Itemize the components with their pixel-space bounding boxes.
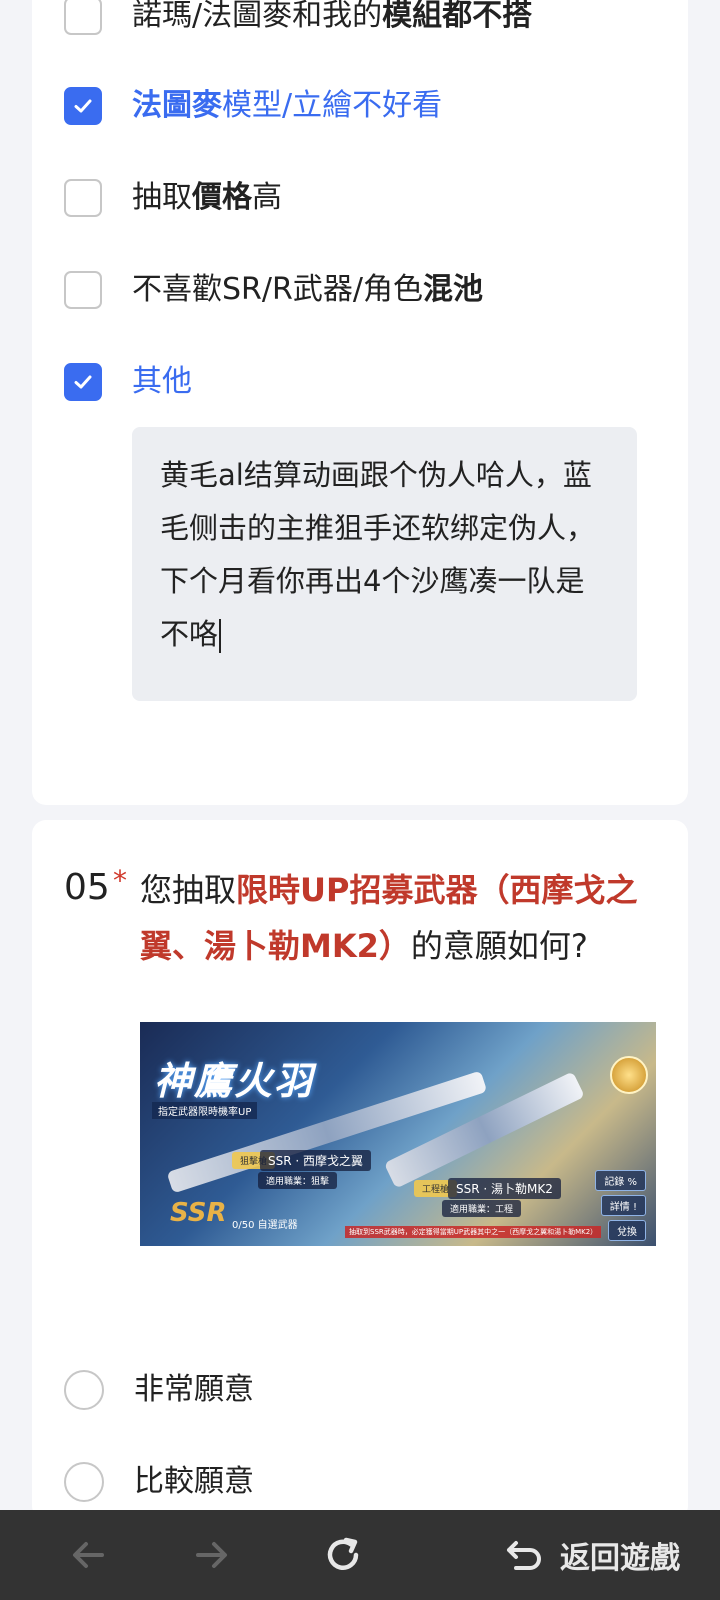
option-label-part: 法圖麥 bbox=[132, 88, 222, 123]
question-text: 您抽取限時UP招募武器（西摩戈之翼、湯卜勒MK2）的意願如何? bbox=[140, 862, 640, 974]
details-button: 詳情 ! bbox=[600, 1195, 646, 1216]
return-to-game-button[interactable]: 返回遊戲 bbox=[504, 1532, 680, 1578]
checkbox-checked[interactable] bbox=[64, 363, 102, 401]
banner-footnote: 抽取到SSR武器時，必定獲得當期UP武器其中之一（西摩戈之翼和湯卜勒MK2） bbox=[345, 1226, 602, 1238]
ssr-logo: SSR bbox=[170, 1198, 227, 1228]
return-to-game-label: 返回遊戲 bbox=[560, 1541, 680, 1576]
bottom-navigation-bar: 返回遊戲 bbox=[0, 1510, 720, 1600]
option-label-part: 高 bbox=[252, 180, 282, 215]
other-text-value: 黄毛al结算动画跟个伪人哈人，蓝毛侧击的主推狙手还软绑定伪人，下个月看你再出4个… bbox=[160, 458, 596, 651]
question-prefix: 您抽取 bbox=[140, 871, 237, 909]
option-label-part: 混池 bbox=[422, 272, 483, 307]
option-label-part: 模組都不搭 bbox=[382, 0, 533, 33]
back-arrow-icon[interactable] bbox=[66, 1532, 112, 1578]
option-label-part: 價格 bbox=[192, 180, 252, 215]
text-cursor bbox=[219, 619, 222, 653]
q5-option-label: 非常願意 bbox=[134, 1372, 254, 1407]
q4-option-label: 諾瑪/法圖麥和我的模組都不搭 bbox=[132, 0, 532, 36]
option-label-part: 諾瑪/法圖麥和我的 bbox=[132, 0, 383, 33]
record-button: 記錄 % bbox=[595, 1170, 646, 1191]
radio-button[interactable] bbox=[64, 1462, 104, 1502]
banner-subtitle: 指定武器限時機率UP bbox=[152, 1102, 258, 1119]
checkbox-checked[interactable] bbox=[64, 87, 102, 125]
question-number: 05 bbox=[64, 867, 110, 908]
return-arrow-icon bbox=[507, 1541, 541, 1570]
q4-option-label: 法圖麥模型/立繪不好看 bbox=[132, 86, 442, 126]
weapon-2-class: 適用職業：工程 bbox=[442, 1200, 522, 1217]
other-text-input[interactable]: 黄毛al结算动画跟个伪人哈人，蓝毛侧击的主推狙手还软绑定伪人，下个月看你再出4个… bbox=[132, 427, 637, 701]
option-label-part: 模型/立繪不好看 bbox=[222, 88, 443, 123]
required-mark: * bbox=[113, 864, 127, 897]
q4-option[interactable]: 其他 bbox=[64, 360, 192, 404]
weapon-1-class: 適用職業：狙擊 bbox=[258, 1172, 338, 1189]
q5-option[interactable]: 比較願意 bbox=[64, 1460, 254, 1504]
checkmark-icon bbox=[74, 375, 92, 389]
q4-option[interactable]: 諾瑪/法圖麥和我的模組都不搭 bbox=[64, 0, 532, 38]
forward-arrow-icon[interactable] bbox=[188, 1532, 234, 1578]
exchange-button: 兌換 bbox=[608, 1220, 646, 1241]
weapon-1-name: SSR · 西摩戈之翼 bbox=[260, 1150, 372, 1171]
q5-option-label: 比較願意 bbox=[134, 1464, 254, 1499]
option-label-part: 抽取 bbox=[132, 180, 192, 215]
checkbox-unchecked[interactable] bbox=[64, 271, 102, 309]
q4-option-label: 抽取價格高 bbox=[132, 178, 282, 218]
q4-option-label: 不喜歡SR/R武器/角色混池 bbox=[132, 270, 483, 310]
option-label-part: 不喜歡SR/R武器/角色 bbox=[132, 272, 423, 307]
q4-option[interactable]: 法圖麥模型/立繪不好看 bbox=[64, 84, 442, 128]
gacha-banner-image: 神鷹火羽 指定武器限時機率UP 狙擊槍 SSR · 西摩戈之翼 適用職業：狙擊 … bbox=[140, 1022, 656, 1246]
q4-option[interactable]: 不喜歡SR/R武器/角色混池 bbox=[64, 268, 483, 312]
radio-button[interactable] bbox=[64, 1370, 104, 1410]
q5-option[interactable]: 非常願意 bbox=[64, 1368, 254, 1412]
weapon-2-name: SSR · 湯卜勒MK2 bbox=[448, 1178, 561, 1199]
option-label-part: 其他 bbox=[132, 364, 192, 399]
question-suffix: 的意願如何? bbox=[410, 927, 588, 965]
q4-option-label: 其他 bbox=[132, 362, 192, 402]
checkmark-icon bbox=[74, 99, 92, 113]
banner-title: 神鷹火羽 bbox=[154, 1059, 315, 1103]
checkbox-unchecked[interactable] bbox=[64, 179, 102, 217]
refresh-icon[interactable] bbox=[320, 1532, 366, 1578]
wishlist-badge-icon bbox=[610, 1056, 648, 1094]
checkbox-unchecked[interactable] bbox=[64, 0, 102, 35]
q4-option[interactable]: 抽取價格高 bbox=[64, 176, 282, 220]
selection-counter: 0/50 自選武器 bbox=[232, 1220, 298, 1231]
